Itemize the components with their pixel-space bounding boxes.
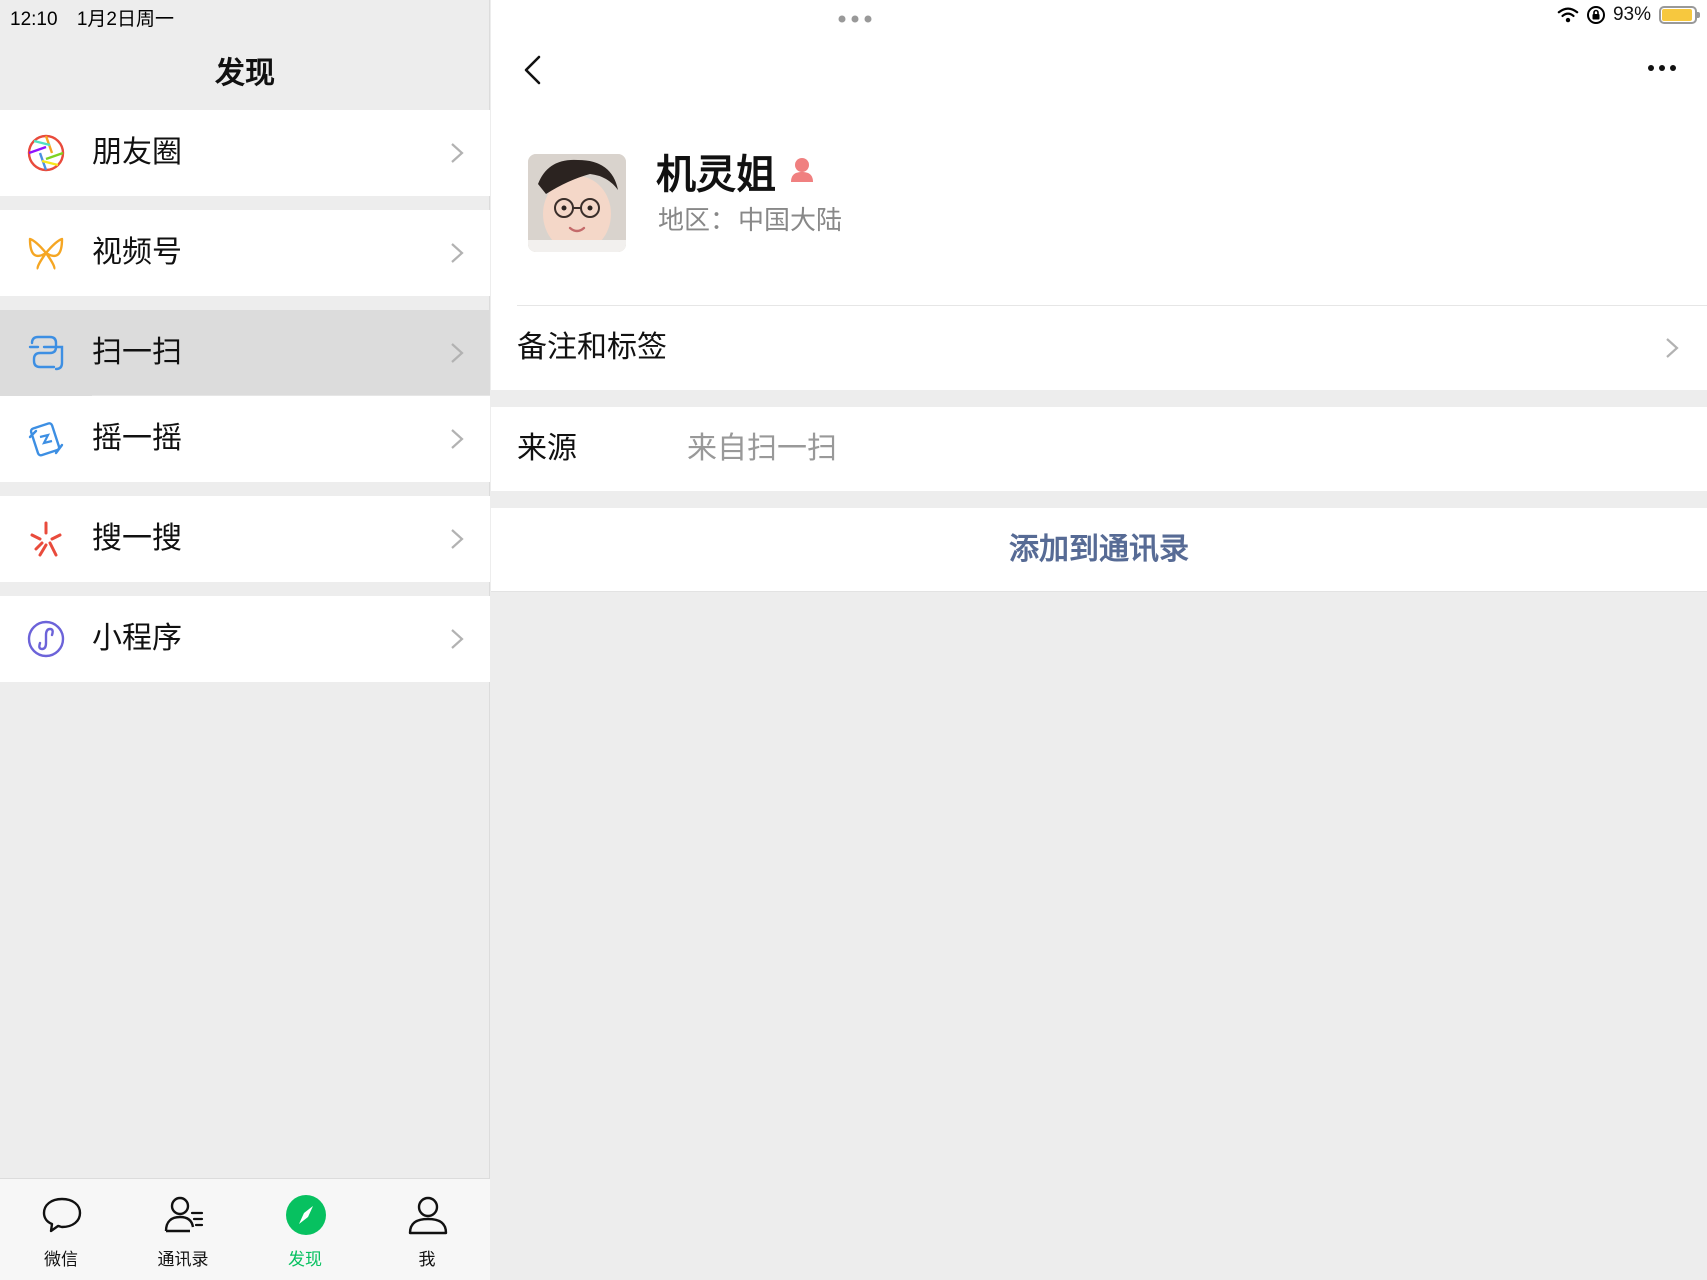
tab-bar: 微信 通讯录 发现 我 [0, 1178, 490, 1280]
chats-icon [42, 1197, 82, 1233]
menu-item-label: 扫一扫 [92, 335, 182, 370]
remark-label: 备注和标签 [517, 330, 667, 365]
chevron-right-icon [451, 243, 464, 263]
profile-region: 地区：中国大陆 [656, 200, 842, 237]
rotation-lock-icon [1586, 6, 1605, 24]
menu-item-label: 小程序 [92, 621, 182, 656]
status-date: 1月2日周一 [76, 9, 174, 30]
chevron-right-icon [451, 629, 464, 649]
tab-label: 我 [418, 1250, 436, 1270]
tab-chats[interactable]: 微信 [0, 1179, 122, 1280]
scan-icon [28, 335, 64, 371]
more-icon[interactable] [1647, 62, 1677, 74]
chevron-right-icon [451, 143, 464, 163]
battery-percent: 93% [1612, 4, 1651, 25]
menu-item-moments[interactable]: 朋友圈 [0, 110, 490, 196]
region-value: 中国大陆 [738, 206, 843, 236]
shake-icon [28, 422, 64, 457]
back-icon[interactable] [521, 54, 543, 86]
avatar-image [528, 154, 626, 252]
tab-contacts[interactable]: 通讯录 [122, 1179, 244, 1280]
source-row: 来源 来自扫一扫 [491, 407, 1707, 491]
source-label: 来源 [517, 431, 577, 466]
page-title: 发现 [215, 56, 275, 91]
female-icon [791, 158, 813, 182]
status-right: 93% [1557, 4, 1700, 26]
tab-label: 微信 [44, 1250, 78, 1270]
menu-item-shake[interactable]: 摇一摇 [0, 396, 490, 482]
channels-icon [28, 237, 64, 270]
moments-icon [27, 134, 65, 172]
profile-card: 机灵姐 地区：中国大陆 备注和标签 [491, 0, 1707, 390]
tab-label: 通讯录 [157, 1250, 209, 1270]
mini-program-icon [27, 620, 65, 658]
status-time: 12:10 [10, 9, 58, 30]
add-to-contacts-button[interactable]: 添加到通讯录 [491, 508, 1707, 592]
wifi-icon [1557, 7, 1579, 23]
menu-item-channels[interactable]: 视频号 [0, 210, 490, 296]
contacts-icon [164, 1196, 204, 1233]
status-left: 12:10 1月2日周一 [10, 4, 188, 31]
menu-item-label: 视频号 [92, 235, 182, 270]
menu-item-mini-program[interactable]: 小程序 [0, 596, 490, 682]
remark-row[interactable]: 备注和标签 [491, 306, 1707, 390]
menu-item-scan[interactable]: 扫一扫 [0, 310, 490, 396]
battery-fill [1662, 9, 1692, 21]
status-bar: 12:10 1月2日周一 93% [0, 0, 1707, 30]
menu-item-label: 朋友圈 [92, 135, 182, 170]
menu-item-search[interactable]: 搜一搜 [0, 496, 490, 582]
menu-item-label: 搜一搜 [92, 521, 182, 556]
profile-name: 机灵姐 [656, 152, 776, 198]
source-value: 来自扫一扫 [687, 431, 837, 466]
menu-item-label: 摇一摇 [92, 421, 182, 456]
chevron-right-icon [451, 529, 464, 549]
chevron-right-icon [1666, 338, 1679, 358]
chevron-right-icon [451, 429, 464, 449]
discover-panel: 发现 朋友圈 视频号 扫一扫 摇一摇 搜一搜 小程序 微信 通讯录 发现 我 [0, 0, 490, 1280]
discover-icon [286, 1195, 326, 1235]
screen: 12:10 1月2日周一 93% 发现 朋友圈 视频号 扫一扫 摇一摇 搜一搜 … [0, 0, 1707, 1280]
avatar[interactable] [528, 154, 626, 252]
region-label: 地区： [658, 206, 737, 236]
tab-label: 发现 [288, 1250, 322, 1270]
profile-panel: 机灵姐 地区：中国大陆 备注和标签 来源 来自扫一扫 添加到通讯录 [491, 0, 1707, 1280]
tab-discover[interactable]: 发现 [244, 1179, 366, 1280]
me-icon [408, 1196, 448, 1235]
battery-icon [1659, 6, 1700, 24]
search-icon [30, 521, 62, 557]
tab-me[interactable]: 我 [366, 1179, 488, 1280]
chevron-right-icon [451, 343, 464, 363]
